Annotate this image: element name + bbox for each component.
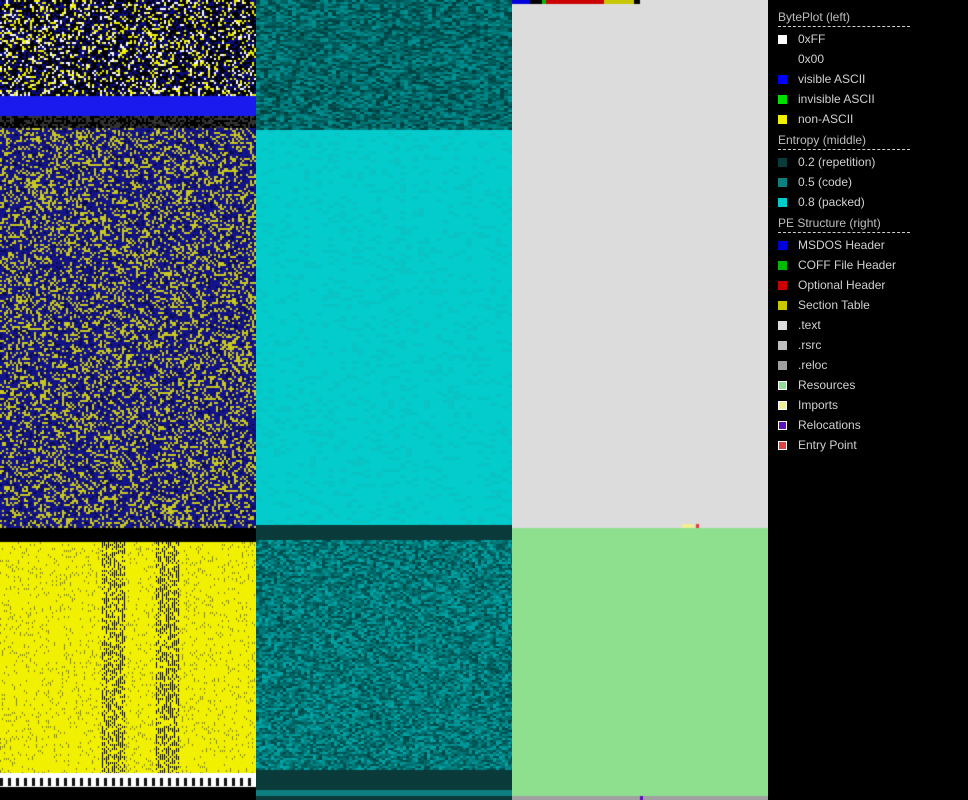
legend-label: COFF File Header	[798, 258, 897, 272]
legend-item-relocations: Relocations	[778, 415, 910, 435]
legend-label: Entry Point	[798, 438, 857, 452]
legend-swatch	[778, 74, 787, 84]
legend-swatch	[778, 300, 787, 310]
legend-swatch	[778, 260, 787, 270]
legend-item-0x00: 0x00	[778, 49, 910, 69]
legend-swatch	[778, 54, 787, 64]
legend-swatch	[778, 340, 787, 350]
legend-label: 0.8 (packed)	[798, 195, 865, 209]
legend-section-title: PE Structure (right)	[778, 215, 910, 233]
legend-swatch	[778, 240, 787, 250]
legend-item-reloc: .reloc	[778, 355, 910, 375]
legend-label: 0.5 (code)	[798, 175, 853, 189]
legend-item-entropy-0-8: 0.8 (packed)	[778, 192, 910, 212]
legend-label: Imports	[798, 398, 839, 412]
legend-label: non-ASCII	[798, 112, 854, 126]
legend-item-optional-header: Optional Header	[778, 275, 910, 295]
entropy-canvas	[256, 0, 512, 800]
legend-label: 0xFF	[798, 32, 826, 46]
byteplot-panel	[0, 0, 256, 800]
legend-item-text: .text	[778, 315, 910, 335]
legend-label: 0x00	[798, 52, 825, 66]
legend-label: invisible ASCII	[798, 92, 875, 106]
legend-swatch	[778, 94, 787, 104]
legend-swatch	[778, 157, 787, 167]
legend-label: Section Table	[798, 298, 870, 312]
legend-swatch	[778, 440, 787, 450]
legend-label: .rsrc	[798, 338, 822, 352]
legend-item-visible-ascii: visible ASCII	[778, 69, 910, 89]
legend-item-rsrc: .rsrc	[778, 335, 910, 355]
pe-structure-panel	[512, 0, 768, 800]
legend-swatch	[778, 197, 787, 207]
legend-item-0xff: 0xFF	[778, 29, 910, 49]
legend-item-non-ascii: non-ASCII	[778, 109, 910, 129]
entropy-panel	[256, 0, 512, 800]
legend-item-entropy-0-2: 0.2 (repetition)	[778, 152, 910, 172]
legend-section-title: Entropy (middle)	[778, 132, 910, 150]
legend-item-msdos-header: MSDOS Header	[778, 235, 910, 255]
legend-label: visible ASCII	[798, 72, 866, 86]
legend-item-resources: Resources	[778, 375, 910, 395]
legend-label: Relocations	[798, 418, 861, 432]
legend-section-title: BytePlot (left)	[778, 9, 910, 27]
legend-label: Resources	[798, 378, 856, 392]
legend-swatch	[778, 380, 787, 390]
legend-swatch	[778, 280, 787, 290]
legend-label: .text	[798, 318, 821, 332]
legend-swatch	[778, 400, 787, 410]
legend-item-coff-file-header: COFF File Header	[778, 255, 910, 275]
legend-item-invisible-ascii: invisible ASCII	[778, 89, 910, 109]
legend-swatch	[778, 420, 787, 430]
legend-item-section-table: Section Table	[778, 295, 910, 315]
legend-label: Optional Header	[798, 278, 886, 292]
legend-panel: BytePlot (left) 0xFF 0x00 visible ASCII invi…	[778, 6, 910, 455]
legend-swatch	[778, 360, 787, 370]
legend-item-entry-point: Entry Point	[778, 435, 910, 455]
pe-structure-canvas	[512, 0, 768, 800]
legend-label: MSDOS Header	[798, 238, 885, 252]
byteplot-canvas	[0, 0, 256, 800]
legend-item-entropy-0-5: 0.5 (code)	[778, 172, 910, 192]
legend-swatch	[778, 320, 787, 330]
legend-label: .reloc	[798, 358, 828, 372]
legend-swatch	[778, 177, 787, 187]
legend-label: 0.2 (repetition)	[798, 155, 876, 169]
legend-swatch	[778, 114, 787, 124]
legend-swatch	[778, 34, 787, 44]
legend-item-imports: Imports	[778, 395, 910, 415]
